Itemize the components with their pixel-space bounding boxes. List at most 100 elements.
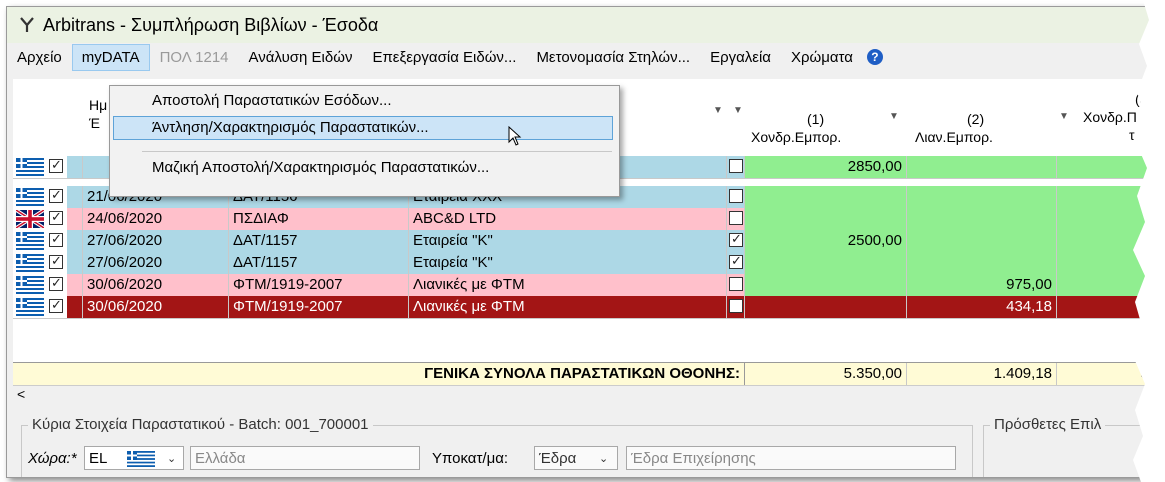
row-select-checkbox[interactable] xyxy=(49,157,63,173)
row-doc: ΔΑΤ/1157 xyxy=(229,252,409,274)
table-row[interactable]: 30/06/2020ΦΤΜ/1919-2007Λιανικές με ΦΤΜ 97… xyxy=(13,274,1153,297)
branch-value: Έδρα xyxy=(539,450,577,467)
row-flag-checkbox[interactable] xyxy=(729,231,743,247)
row-party: Εταιρεία "Κ" xyxy=(409,230,727,252)
row-party: Λιανικές με ΦΤΜ xyxy=(409,296,727,318)
row-col2 xyxy=(907,208,1057,230)
row-doc: ΔΑΤ/1157 xyxy=(229,230,409,252)
greece-flag-icon xyxy=(16,254,44,272)
totals-col1: 5.350,00 xyxy=(745,363,907,385)
row-flag-checkbox[interactable] xyxy=(729,159,743,173)
branch-name-field[interactable]: Έδρα Επιχείρησης xyxy=(626,446,956,470)
row-col2 xyxy=(907,252,1057,274)
greece-flag-icon xyxy=(16,232,44,250)
header-col2-name: Λιαν.Εμπορ. xyxy=(915,129,993,145)
menu-item-bulk-send[interactable]: Μαζική Αποστολή/Χαρακτηρισμός Παραστατικ… xyxy=(152,159,489,176)
row-doc: ΦΤΜ/1919-2007 xyxy=(229,274,409,296)
row-flag-checkbox[interactable] xyxy=(729,189,743,203)
main-details-legend: Κύρια Στοιχεία Παραστατικού - Batch: 001… xyxy=(28,416,373,433)
uk-flag-icon xyxy=(16,210,44,228)
row-date: 27/06/2020 xyxy=(83,230,229,252)
header-col1[interactable]: (1) Χονδρ.Εμπορ. ▼ xyxy=(745,79,908,165)
row-date: 27/06/2020 xyxy=(83,252,229,274)
row-flag-checkbox[interactable] xyxy=(729,299,743,313)
row-col1 xyxy=(745,296,907,318)
menu-7[interactable]: Χρώματα xyxy=(781,44,863,71)
row-col2 xyxy=(907,230,1057,252)
menu-3[interactable]: Ανάλυση Ειδών xyxy=(239,44,363,71)
header-check xyxy=(67,79,84,165)
row-party: Εταιρεία "Κ" xyxy=(409,252,727,274)
row-flag-checkbox[interactable] xyxy=(729,277,743,291)
row-party: ABC&D LTD xyxy=(409,208,727,230)
row-col1 xyxy=(745,274,907,296)
greece-flag-icon xyxy=(16,158,44,176)
header-date-label-2: Έ xyxy=(89,115,100,131)
app-logo-icon xyxy=(19,17,35,33)
table-row[interactable]: 24/06/2020ΠΣΔΙΑΦABC&D LTD xyxy=(13,208,1153,231)
dropdown-arrow-icon[interactable]: ▼ xyxy=(733,105,743,116)
header-col2-num: (2) xyxy=(967,111,985,127)
main-details-group: Κύρια Στοιχεία Παραστατικού - Batch: 001… xyxy=(21,416,973,477)
menu-item-send-invoices[interactable]: Αποστολή Παραστατικών Εσόδων... xyxy=(152,92,392,109)
country-select[interactable]: EL ⌄ xyxy=(84,446,184,470)
extra-options-legend: Πρόσθετες Επιλ xyxy=(990,416,1106,433)
row-col1 xyxy=(745,252,907,274)
menu-1[interactable]: myDATA xyxy=(71,43,150,71)
header-col1-num: (1) xyxy=(807,111,825,127)
title-bar: Arbitrans - Συμπλήρωση Βιβλίων - Έσοδα xyxy=(7,7,1153,43)
chevron-down-icon[interactable]: ⌄ xyxy=(599,447,608,469)
row-select-checkbox[interactable] xyxy=(49,209,63,225)
dropdown-arrow-icon[interactable]: ▼ xyxy=(713,105,723,116)
menu-item-fetch-classify[interactable]: Άντληση/Χαρακτηρισμός Παραστατικών... xyxy=(152,119,429,136)
totals-row: ΓΕΝΙΚΑ ΣΥΝΟΛΑ ΠΑΡΑΣΤΑΤΙΚΩΝ ΟΘΟΝΗΣ: 5.350… xyxy=(13,362,1153,387)
menu-5[interactable]: Μετονομασία Στηλών... xyxy=(526,44,700,71)
menu-4[interactable]: Επεξεργασία Ειδών... xyxy=(362,44,526,71)
row-select-checkbox[interactable] xyxy=(49,231,63,247)
row-doc: ΠΣΔΙΑΦ xyxy=(229,208,409,230)
row-doc: ΦΤΜ/1919-2007 xyxy=(229,296,409,318)
chevron-down-icon[interactable]: ⌄ xyxy=(167,447,176,469)
menu-6[interactable]: Εργαλεία xyxy=(700,44,781,71)
row-col2 xyxy=(907,156,1057,178)
row-party: Λιανικές με ΦΤΜ xyxy=(409,274,727,296)
menu-separator xyxy=(142,151,612,152)
menu-bar: Αρχείο myDATA ΠΟΛ 1214 Ανάλυση Ειδών Επεξεργ… xyxy=(7,43,1153,71)
branch-select[interactable]: Έδρα ⌄ xyxy=(534,446,618,470)
scroll-left-arrow-icon[interactable]: < xyxy=(17,386,25,402)
menu-0[interactable]: Αρχείο xyxy=(7,44,72,71)
torn-edge-decoration xyxy=(1133,0,1165,482)
row-select-checkbox[interactable] xyxy=(49,275,63,291)
help-icon[interactable]: ? xyxy=(866,49,883,65)
row-flag-checkbox[interactable] xyxy=(729,211,743,225)
row-col2: 975,00 xyxy=(907,274,1057,296)
header-filter-a[interactable]: ▼ xyxy=(709,79,733,165)
country-name-field[interactable]: Ελλάδα xyxy=(190,446,420,470)
row-col1 xyxy=(745,186,907,208)
greece-flag-icon xyxy=(16,298,44,316)
row-select-checkbox[interactable] xyxy=(49,297,63,313)
row-select-checkbox[interactable] xyxy=(49,253,63,269)
dropdown-arrow-icon[interactable]: ▼ xyxy=(889,111,899,122)
row-flag-checkbox[interactable] xyxy=(729,253,743,269)
header-filter-b[interactable]: ▼ xyxy=(733,79,745,165)
table-row[interactable]: 27/06/2020ΔΑΤ/1157Εταιρεία "Κ"3 xyxy=(13,252,1153,275)
mouse-cursor-icon xyxy=(508,125,522,150)
table-row[interactable]: 27/06/2020ΔΑΤ/1157Εταιρεία "Κ" 2500,00 xyxy=(13,230,1153,253)
totals-label: ΓΕΝΙΚΑ ΣΥΝΟΛΑ ΠΑΡΑΣΤΑΤΙΚΩΝ ΟΘΟΝΗΣ: xyxy=(13,363,745,385)
header-date-label: Ημ xyxy=(89,97,108,113)
row-col1: 2850,00 xyxy=(745,156,907,178)
row-select-checkbox[interactable] xyxy=(49,187,63,203)
header-col2[interactable]: (2) Λιαν.Εμπορ. ▼ xyxy=(907,79,1078,165)
row-col2 xyxy=(907,186,1057,208)
horizontal-scrollbar[interactable]: < xyxy=(13,385,1153,404)
row-col1 xyxy=(745,208,907,230)
greece-flag-icon xyxy=(16,188,44,206)
dropdown-arrow-icon[interactable]: ▼ xyxy=(1059,111,1069,122)
app-window: Arbitrans - Συμπλήρωση Βιβλίων - Έσοδα Α… xyxy=(6,6,1154,478)
row-date: 30/06/2020 xyxy=(83,274,229,296)
header-flag-check xyxy=(13,79,68,165)
table-row[interactable]: 30/06/2020ΦΤΜ/1919-2007Λιανικές με ΦΤΜ 43… xyxy=(13,296,1153,319)
window-title: Arbitrans - Συμπλήρωση Βιβλίων - Έσοδα xyxy=(43,14,379,35)
branch-label: Υποκατ/μα: xyxy=(432,450,509,467)
